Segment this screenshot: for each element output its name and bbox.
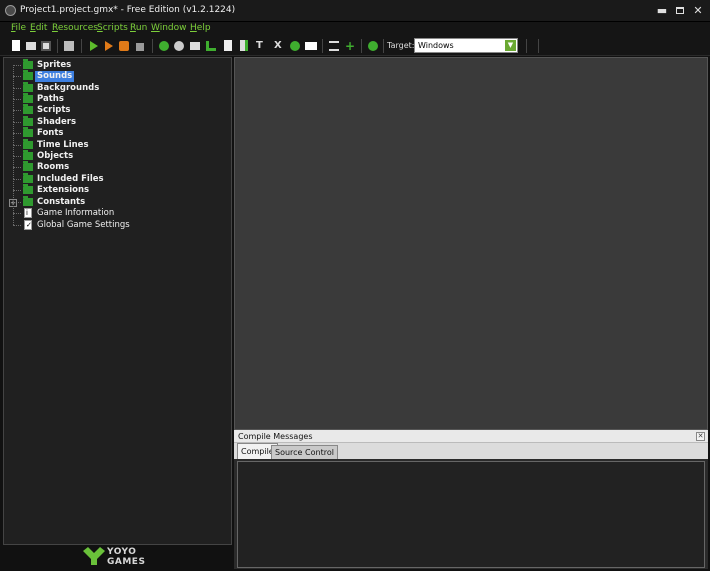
help-icon[interactable] (367, 40, 379, 52)
background-icon[interactable] (189, 40, 201, 52)
toolbar-separator (383, 39, 384, 53)
target-label: Target: (387, 41, 415, 50)
path-icon[interactable] (205, 40, 217, 52)
tree-item-scripts[interactable]: Scripts (4, 99, 224, 116)
toolbar-separator (322, 39, 323, 53)
tree-item-included-files[interactable]: Included Files (4, 168, 224, 185)
tree-item-objects[interactable]: Objects (4, 145, 224, 162)
tree-item-fonts[interactable]: Fonts (4, 122, 224, 139)
tree-item-constants[interactable]: + Constants (4, 191, 224, 208)
menu-window[interactable]: Window (151, 23, 187, 33)
menu-edit[interactable]: Edit (30, 23, 47, 33)
object-icon[interactable] (289, 40, 301, 52)
tree-item-backgrounds[interactable]: Backgrounds (4, 77, 224, 94)
clean-icon[interactable] (134, 40, 146, 52)
folder-icon (23, 127, 33, 137)
folder-icon (23, 184, 33, 194)
workspace-area (234, 57, 708, 430)
save-icon[interactable] (40, 40, 52, 52)
toolbar-separator (81, 39, 82, 53)
tree-item-extensions[interactable]: Extensions (4, 179, 224, 196)
room-icon[interactable] (305, 40, 317, 52)
yoyo-logo-icon (83, 547, 105, 565)
folder-icon (23, 59, 33, 69)
sound-icon[interactable] (173, 40, 185, 52)
maximize-icon (676, 7, 684, 14)
run-icon[interactable] (87, 40, 99, 52)
toolbar-separator (152, 39, 153, 53)
close-button[interactable]: ✕ (690, 4, 706, 18)
yoyo-games-logo: YOYO GAMES (83, 545, 173, 569)
new-icon[interactable] (10, 40, 22, 52)
close-icon: ✕ (693, 4, 703, 17)
toolbar-separator (57, 39, 58, 53)
folder-icon (23, 93, 33, 103)
game-info-icon[interactable] (328, 40, 340, 52)
shader-icon[interactable] (238, 40, 250, 52)
tree-item-rooms[interactable]: Rooms (4, 156, 224, 173)
folder-icon (23, 196, 33, 206)
toolbar-separator (526, 39, 527, 53)
folder-icon (23, 104, 33, 114)
title-bar: Project1.project.gmx* - Free Edition (v1… (0, 0, 710, 22)
menu-resources[interactable]: Resources (52, 23, 98, 33)
info-document-icon: i (24, 208, 32, 218)
tree-item-shaders[interactable]: Shaders (4, 111, 224, 128)
folder-icon (23, 161, 33, 171)
compile-output[interactable] (237, 461, 705, 568)
stop-icon[interactable] (118, 40, 130, 52)
toolbar-separator (538, 39, 539, 53)
toolbar-separator (361, 39, 362, 53)
font-icon[interactable]: T (255, 40, 267, 52)
tree-item-global-game-settings[interactable]: ✓ Global Game Settings (4, 214, 224, 231)
timeline-icon[interactable]: X (272, 40, 284, 52)
target-select[interactable]: Windows ▼ (414, 38, 518, 53)
global-settings-icon[interactable]: + (344, 39, 356, 53)
chevron-down-icon[interactable]: ▼ (505, 40, 516, 51)
menu-help[interactable]: Help (190, 23, 211, 33)
toolbar: T X + Target: Windows ▼ (0, 36, 710, 56)
app-icon (5, 5, 16, 16)
folder-icon (23, 116, 33, 126)
menu-scripts[interactable]: Scripts (97, 23, 128, 33)
debug-icon[interactable] (102, 40, 114, 52)
compile-header: Compile Messages ✕ (234, 430, 708, 443)
menu-bar: File Edit Resources Scripts Run Window H… (0, 22, 710, 36)
tree-item-sprites[interactable]: Sprites (4, 59, 224, 71)
minimize-button[interactable]: ▬ (654, 4, 670, 18)
tree-item-sounds[interactable]: Sounds (4, 65, 224, 82)
export-icon[interactable] (63, 40, 75, 52)
close-icon[interactable]: ✕ (696, 432, 705, 441)
folder-icon (23, 150, 33, 160)
folder-icon (23, 173, 33, 183)
tree-item-time-lines[interactable]: Time Lines (4, 134, 224, 151)
tree-item-paths[interactable]: Paths (4, 88, 224, 105)
maximize-button[interactable] (672, 4, 688, 18)
compile-messages-panel: Compile Messages ✕ Compile Source Contro… (234, 430, 708, 569)
open-icon[interactable] (25, 40, 37, 52)
window-title: Project1.project.gmx* - Free Edition (v1… (20, 5, 236, 15)
minimize-icon: ▬ (656, 4, 668, 17)
folder-icon (23, 139, 33, 149)
folder-icon (23, 70, 33, 80)
tree-item-game-information[interactable]: i Game Information (4, 202, 224, 219)
resource-tree: Sprites Sounds Backgrounds Paths Scripts… (3, 57, 232, 545)
compile-tab-row: Compile Source Control (234, 443, 708, 459)
settings-document-icon: ✓ (24, 220, 32, 230)
menu-run[interactable]: Run (130, 23, 147, 33)
sprite-icon[interactable] (158, 40, 170, 52)
menu-file[interactable]: File (11, 23, 26, 33)
target-value: Windows (418, 41, 454, 50)
tab-source-control[interactable]: Source Control (271, 445, 338, 459)
script-icon[interactable] (222, 40, 234, 52)
folder-icon (23, 82, 33, 92)
compile-title: Compile Messages (238, 432, 313, 441)
